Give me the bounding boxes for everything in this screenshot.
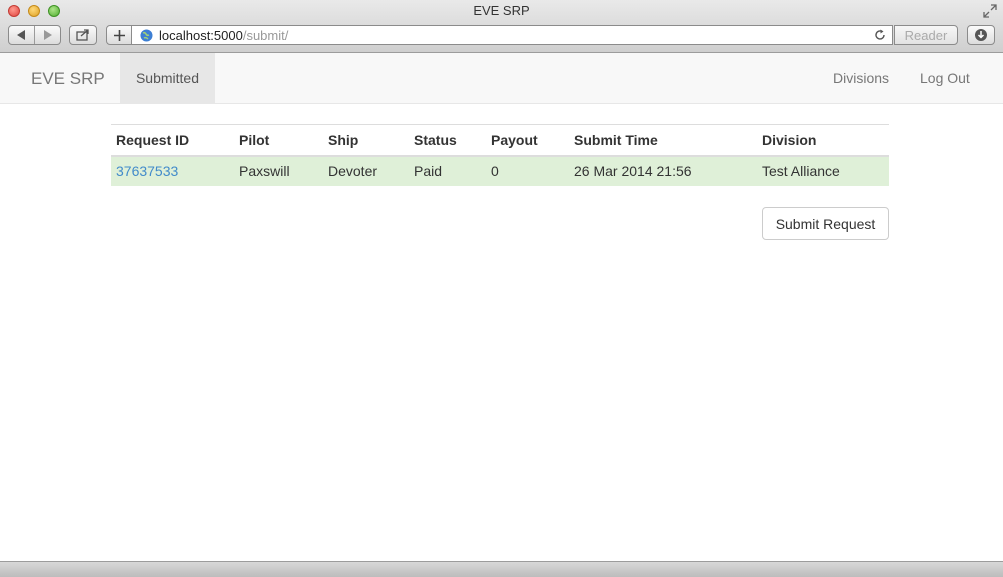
address-bar[interactable]: localhost:5000/submit/: [132, 25, 893, 45]
nav-item-divisions[interactable]: Divisions: [833, 70, 889, 86]
table-row: 37637533 Paxswill Devoter Paid 0 26 Mar …: [111, 155, 889, 186]
browser-toolbar: EVE SRP localhost:5000/submit/ Reader: [0, 0, 1003, 53]
cell-request-id: 37637533: [111, 155, 234, 186]
back-button[interactable]: [9, 26, 35, 44]
forward-arrow-icon: [44, 30, 52, 40]
cell-submit-time: 26 Mar 2014 21:56: [569, 155, 757, 186]
cell-division: Test Alliance: [757, 155, 889, 186]
downloads-button[interactable]: [967, 25, 995, 45]
globe-icon: [140, 29, 153, 41]
window-title: EVE SRP: [473, 3, 530, 18]
cell-ship: Devoter: [323, 155, 409, 186]
reload-icon[interactable]: [874, 29, 886, 41]
back-arrow-icon: [17, 30, 25, 40]
plus-icon: [113, 29, 125, 41]
window-bottom-bar: [0, 561, 1003, 577]
brand-link[interactable]: EVE SRP: [31, 69, 105, 89]
column-header-submit-time: Submit Time: [569, 124, 757, 157]
column-header-status: Status: [409, 124, 486, 157]
cell-payout: 0: [486, 155, 569, 186]
request-id-link[interactable]: 37637533: [116, 163, 178, 179]
column-header-pilot: Pilot: [234, 124, 323, 157]
app-navbar: EVE SRP Submitted Divisions Log Out: [0, 53, 1003, 104]
column-header-ship: Ship: [323, 124, 409, 157]
submit-request-button[interactable]: Submit Request: [762, 207, 889, 240]
column-header-payout: Payout: [486, 124, 569, 157]
fullscreen-icon[interactable]: [983, 4, 997, 18]
forward-button[interactable]: [35, 26, 60, 44]
history-nav: [8, 25, 61, 45]
nav-item-log-out[interactable]: Log Out: [920, 70, 970, 86]
add-bookmark-button[interactable]: [106, 25, 132, 45]
url-host: localhost:5000: [159, 27, 243, 43]
table-header-row: Request ID Pilot Ship Status Payout Subm…: [111, 124, 889, 157]
requests-table: Request ID Pilot Ship Status Payout Subm…: [111, 124, 889, 186]
reader-button[interactable]: Reader: [894, 25, 958, 45]
cell-status: Paid: [409, 155, 486, 186]
url-path: /submit/: [242, 27, 289, 43]
share-button[interactable]: [69, 25, 97, 45]
nav-item-submitted[interactable]: Submitted: [120, 53, 215, 103]
cell-pilot: Paxswill: [234, 155, 323, 186]
download-icon: [975, 29, 987, 41]
column-header-request-id: Request ID: [111, 124, 234, 157]
column-header-division: Division: [757, 124, 889, 157]
share-icon: [76, 29, 89, 41]
